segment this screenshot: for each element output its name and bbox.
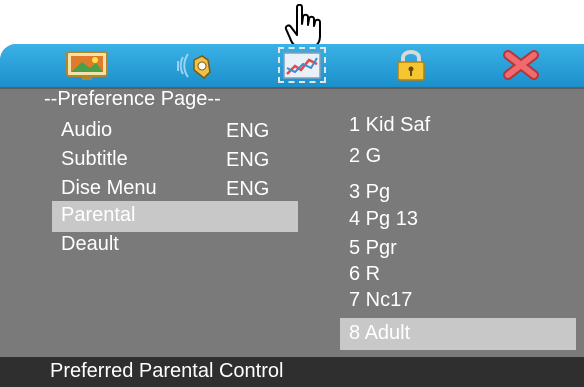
rating-option-pg13[interactable]: 4 Pg 13 <box>340 204 576 236</box>
menu-item-default[interactable]: Deault <box>52 230 298 261</box>
red-x-close-icon[interactable] <box>498 48 544 82</box>
padlock-icon[interactable] <box>388 48 434 82</box>
menu-item-parental[interactable]: Parental <box>52 201 298 232</box>
rating-option-label: 3 Pg <box>349 181 391 203</box>
rating-option-g[interactable]: 2 G <box>340 141 576 173</box>
rating-option-label: 2 G <box>349 145 382 167</box>
setup-menu-panel: --Preference Page-- Audio ENG Subtitle E… <box>0 44 584 387</box>
menu-item-label: Audio <box>61 119 113 141</box>
status-text: Preferred Parental Control <box>50 360 284 382</box>
menu-item-value: ENG <box>226 120 270 142</box>
menu-item-label: Deault <box>61 233 119 255</box>
rating-option-label: 1 Kid Saf <box>349 114 431 136</box>
menu-item-value: ENG <box>226 178 270 200</box>
rating-option-adult[interactable]: 8 Adult <box>340 318 576 350</box>
preference-chart-icon[interactable] <box>278 47 326 83</box>
menu-item-label: Subtitle <box>61 148 128 170</box>
tab-icon-bar <box>0 44 584 89</box>
rating-option-kid-safe[interactable]: 1 Kid Saf <box>340 110 576 142</box>
rating-option-label: 8 Adult <box>349 322 411 344</box>
menu-item-label: Dise Menu <box>61 177 157 199</box>
menu-item-value: ENG <box>226 149 270 171</box>
rating-option-label: 7 Nc17 <box>349 289 413 311</box>
page-title: --Preference Page-- <box>44 88 221 110</box>
speaker-icon[interactable] <box>172 48 218 82</box>
rating-option-label: 4 Pg 13 <box>349 208 418 230</box>
rating-option-nc17[interactable]: 7 Nc17 <box>340 285 576 317</box>
rating-option-label: 5 Pgr <box>349 237 397 259</box>
rating-option-label: 6 R <box>349 263 381 285</box>
menu-item-audio[interactable]: Audio ENG <box>52 116 298 147</box>
status-bar: Preferred Parental Control <box>0 357 584 387</box>
tv-picture-icon[interactable] <box>64 48 110 82</box>
menu-item-label: Parental <box>61 204 136 226</box>
menu-item-subtitle[interactable]: Subtitle ENG <box>52 145 298 176</box>
